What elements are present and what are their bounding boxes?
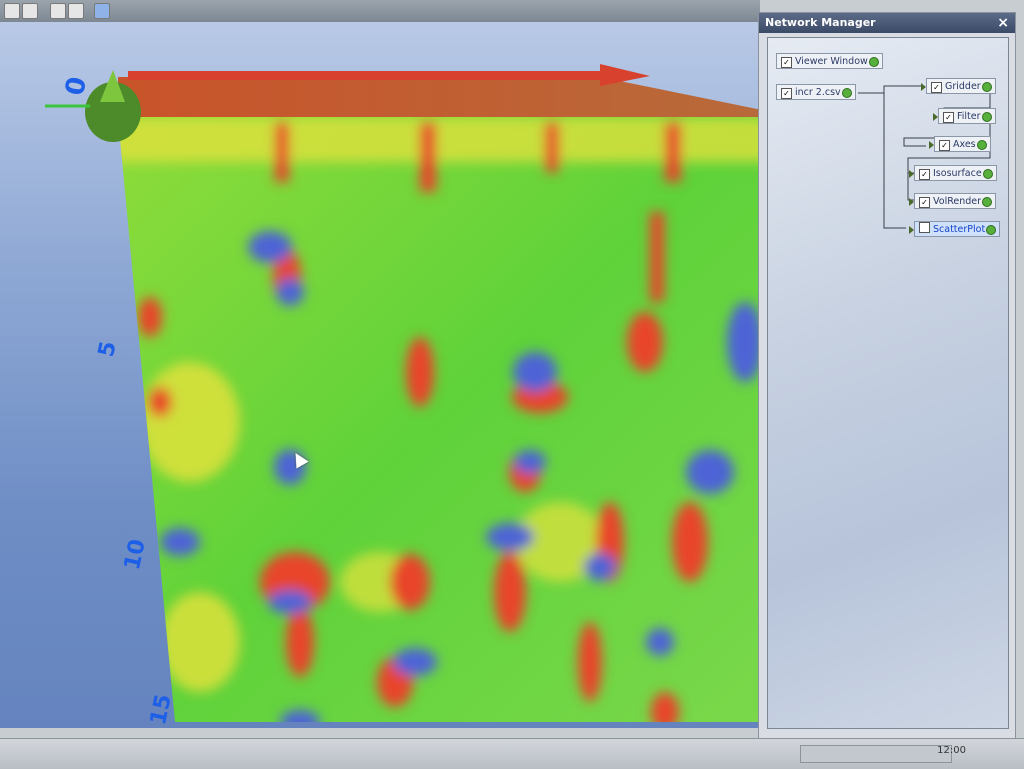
input-port-icon[interactable] [929, 141, 934, 149]
output-port-icon[interactable] [981, 112, 992, 122]
output-port-icon[interactable] [981, 82, 992, 92]
module-label: Axes [953, 139, 976, 150]
module-isosurface[interactable]: ✓ Isosurface [909, 165, 997, 181]
output-port-icon[interactable] [986, 225, 997, 235]
network-manager-panel: Network Manager × ✓ Viewer Window ✓ incr 2… [758, 12, 1016, 740]
module-filter[interactable]: ✓ Filter [933, 108, 996, 124]
module-checkbox[interactable]: ✓ [919, 169, 930, 180]
taskbar: 12:00 [0, 738, 1024, 769]
module-incr-csv[interactable]: ✓ incr 2.csv [776, 84, 856, 100]
module-checkbox[interactable]: ✓ [781, 57, 792, 68]
module-axes[interactable]: ✓ Axes [929, 136, 991, 152]
close-icon[interactable]: × [997, 13, 1009, 33]
module-checkbox[interactable]: ✓ [939, 140, 950, 151]
main-toolbar [0, 0, 760, 23]
module-checkbox[interactable]: ✓ [931, 82, 942, 93]
output-port-icon[interactable] [976, 140, 987, 150]
module-label: Gridder [945, 81, 981, 92]
module-label: VolRender [933, 196, 982, 207]
viewer-window[interactable]: 0 5 10 15 [0, 22, 762, 728]
module-label: incr 2.csv [795, 87, 841, 98]
output-port-icon[interactable] [982, 169, 993, 179]
module-gridder[interactable]: ✓ Gridder [921, 78, 996, 94]
module-label: Viewer Window [795, 56, 868, 67]
output-port-icon[interactable] [982, 197, 993, 207]
module-label: Isosurface [933, 168, 982, 179]
axis-arrow-shaft [128, 71, 608, 80]
input-port-icon[interactable] [933, 113, 938, 121]
toolbar-icon-1[interactable] [4, 3, 20, 19]
input-port-icon[interactable] [909, 170, 914, 178]
module-label: Filter [957, 111, 981, 122]
network-canvas[interactable]: ✓ Viewer Window ✓ incr 2.csv ✓ Gridder ✓ Fil… [767, 37, 1009, 729]
panel-title: Network Manager [765, 16, 876, 29]
volume-render [45, 64, 762, 722]
toolbar-icon-5[interactable] [94, 3, 110, 19]
taskbar-clock: 12:00 [937, 745, 966, 756]
module-volrender[interactable]: ✓ VolRender [909, 193, 997, 209]
toolbar-icon-4[interactable] [68, 3, 84, 19]
panel-titlebar[interactable]: Network Manager × [759, 13, 1015, 33]
toolbar-icon-3[interactable] [50, 3, 66, 19]
input-port-icon[interactable] [909, 198, 914, 206]
module-checkbox[interactable]: ✓ [943, 112, 954, 123]
input-port-icon[interactable] [921, 83, 926, 91]
module-checkbox[interactable]: ✓ [781, 88, 792, 99]
output-port-icon[interactable] [841, 88, 852, 98]
volume-top-face [118, 77, 762, 124]
module-checkbox[interactable]: ✓ [919, 197, 930, 208]
toolbar-icon-2[interactable] [22, 3, 38, 19]
module-checkbox[interactable] [919, 222, 930, 233]
taskbar-app-button[interactable] [800, 745, 952, 763]
module-label: ScatterPlot [933, 224, 986, 235]
output-port-icon[interactable] [868, 57, 879, 67]
input-port-icon[interactable] [909, 226, 914, 234]
module-viewer-window[interactable]: ✓ Viewer Window [776, 53, 883, 69]
module-scatterplot[interactable]: ScatterPlot [909, 221, 1001, 237]
